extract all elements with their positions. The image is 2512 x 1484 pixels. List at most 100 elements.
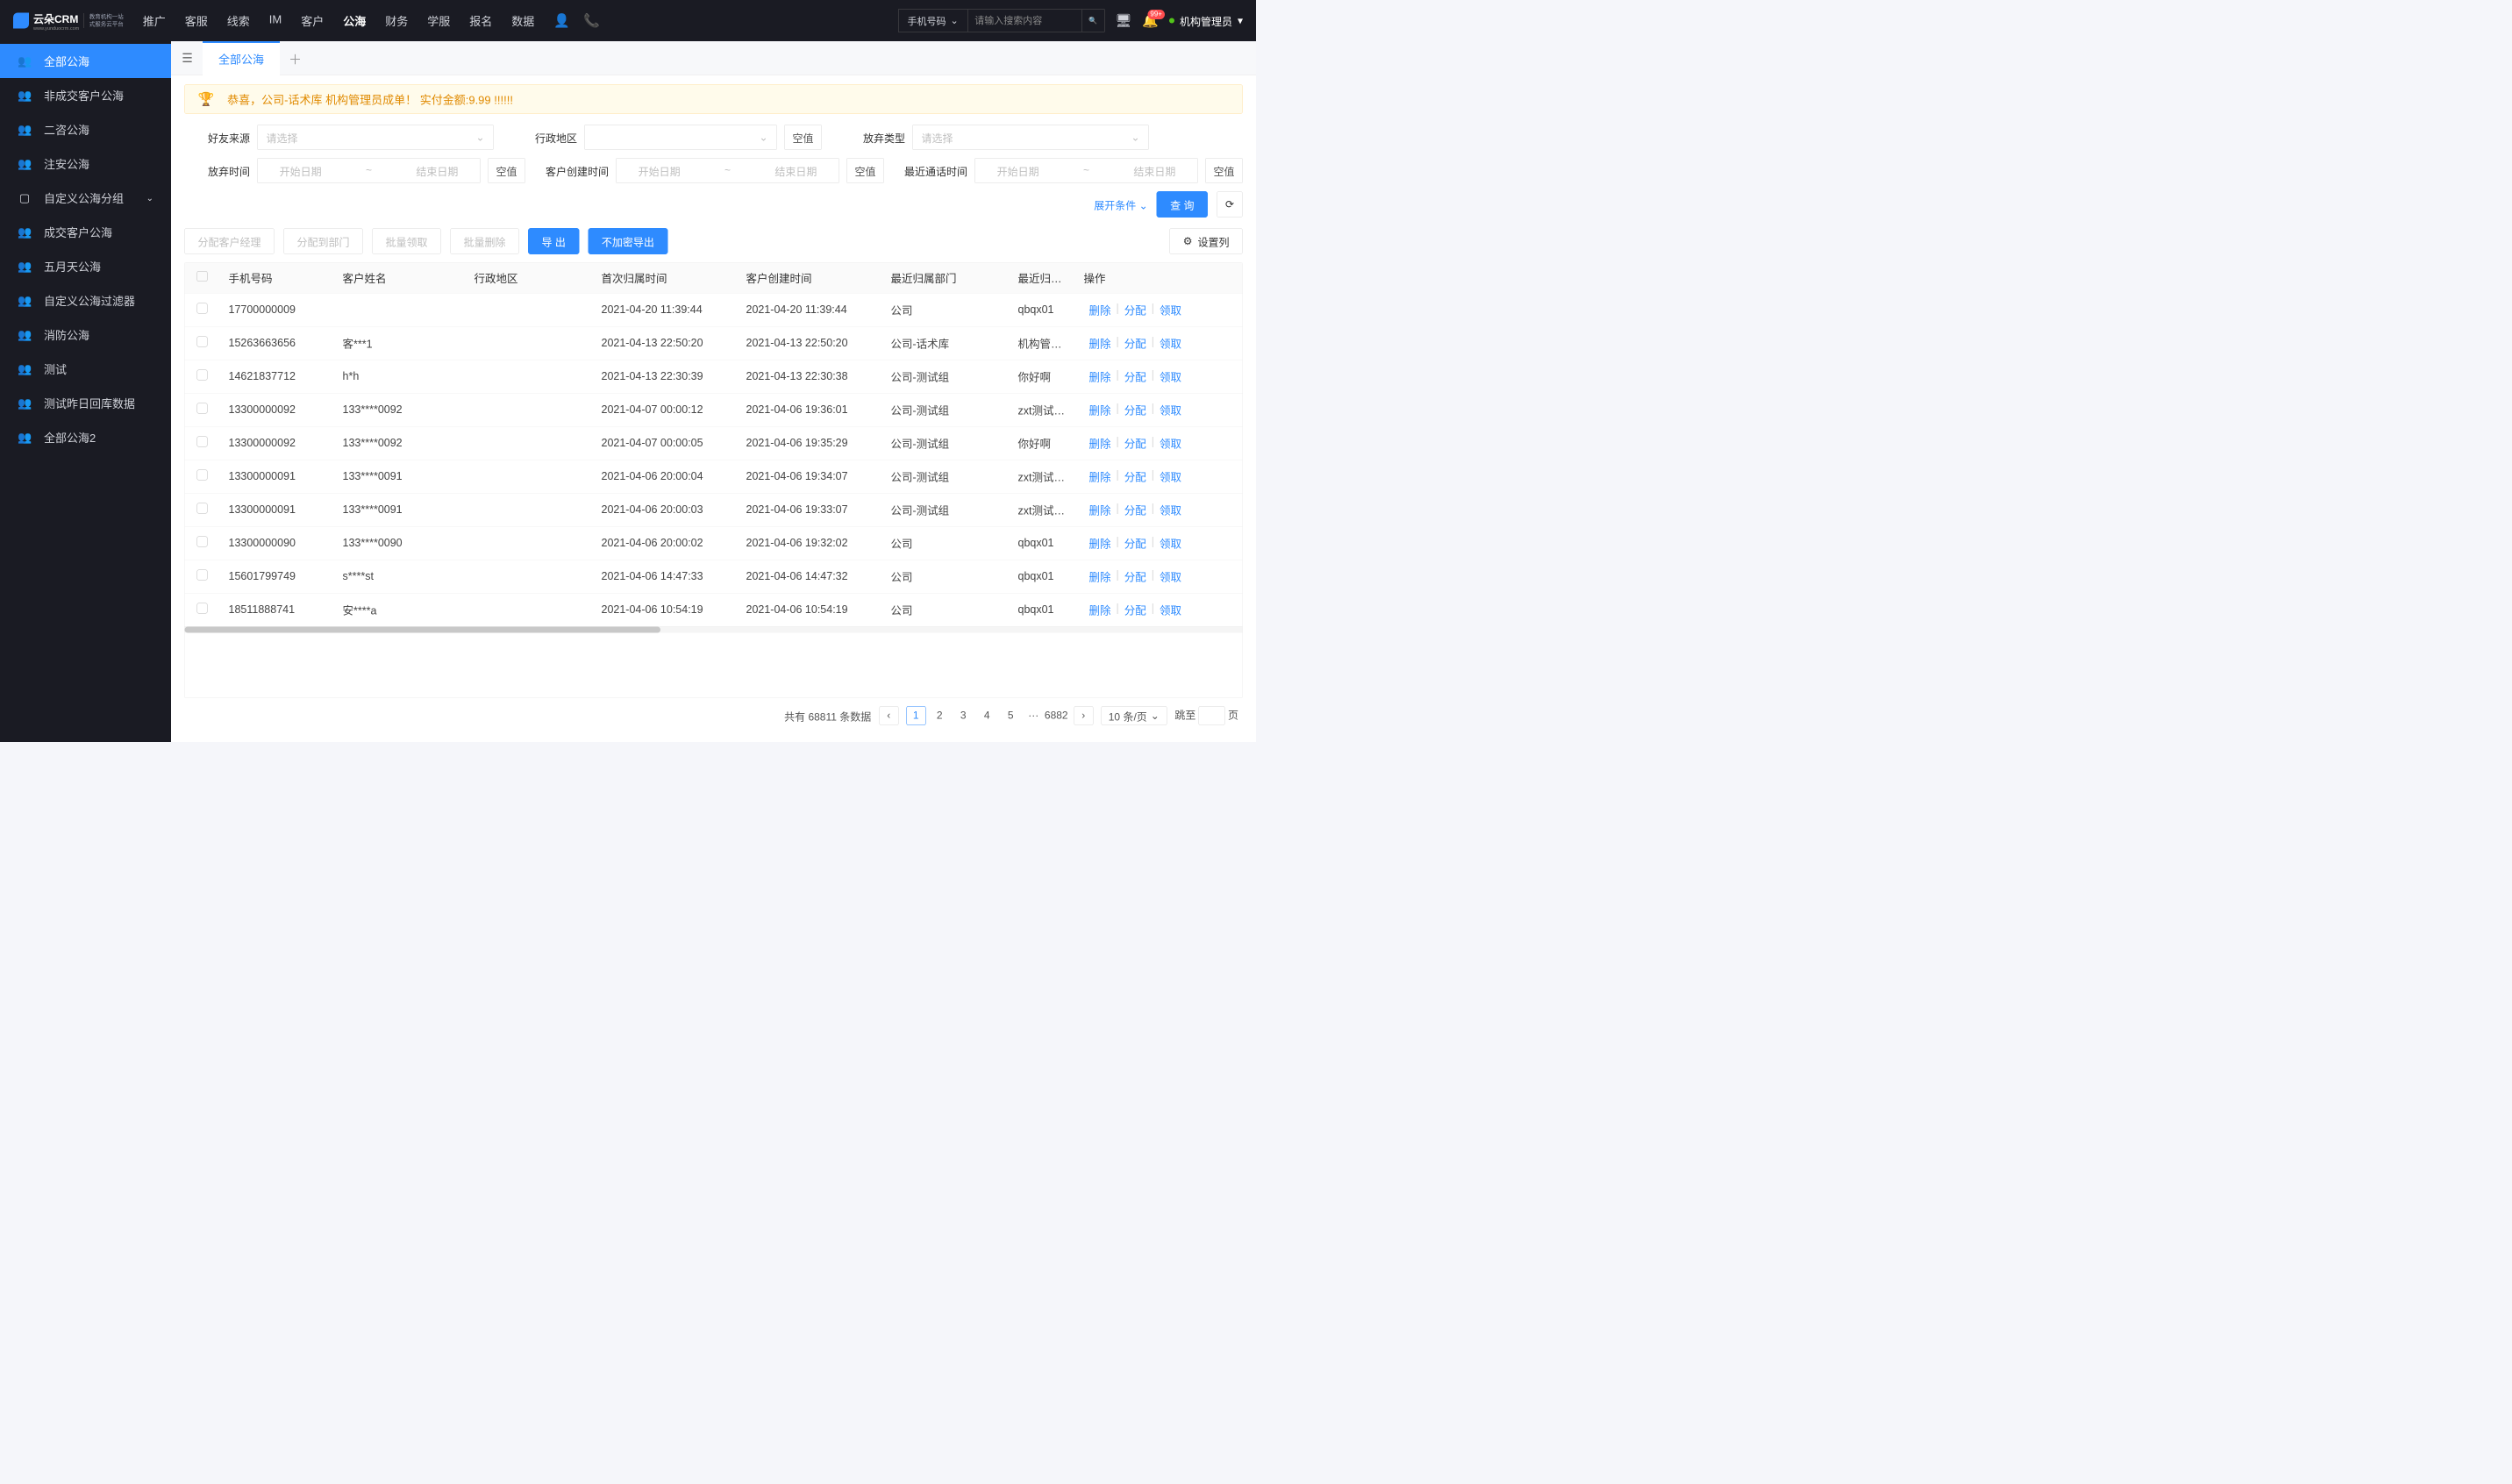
row-op-分配[interactable]: 分配 <box>1119 468 1152 484</box>
page-4[interactable]: 4 <box>977 706 996 725</box>
tabs-toggle-icon[interactable]: ☰ <box>175 46 199 70</box>
sidebar-item-5[interactable]: 👥成交客户公海 <box>0 215 171 249</box>
row-op-分配[interactable]: 分配 <box>1119 568 1152 584</box>
row-op-删除[interactable]: 删除 <box>1084 535 1117 551</box>
user-add-icon[interactable]: 👤 <box>553 13 570 29</box>
sidebar-item-7[interactable]: 👥自定义公海过滤器 <box>0 283 171 317</box>
row-op-领取[interactable]: 领取 <box>1154 602 1187 617</box>
batch-delete-button[interactable]: 批量删除 <box>450 228 519 254</box>
row-op-删除[interactable]: 删除 <box>1084 302 1117 317</box>
filter-type-select[interactable]: 请选择⌄ <box>912 125 1149 150</box>
nav-item-9[interactable]: 数据 <box>510 9 536 32</box>
sidebar-item-4[interactable]: ▢自定义公海分组⌄ <box>0 181 171 215</box>
bell-icon[interactable]: 🔔99+ <box>1142 13 1159 29</box>
sidebar-item-9[interactable]: 👥测试 <box>0 352 171 386</box>
row-op-领取[interactable]: 领取 <box>1154 502 1187 517</box>
user-menu[interactable]: 机构管理员 ▾ <box>1169 13 1243 29</box>
export-plain-button[interactable]: 不加密导出 <box>588 228 667 254</box>
row-op-领取[interactable]: 领取 <box>1154 402 1187 417</box>
nav-item-4[interactable]: 客户 <box>299 9 325 32</box>
h-scrollbar[interactable] <box>185 627 1243 633</box>
abandon-empty-button[interactable]: 空值 <box>488 158 525 183</box>
row-checkbox[interactable] <box>197 470 208 481</box>
tab-active[interactable]: 全部公海 <box>203 41 280 75</box>
sidebar-item-0[interactable]: 👥全部公海 <box>0 44 171 78</box>
monitor-icon[interactable]: 🖥 <box>1115 13 1131 29</box>
sidebar-item-2[interactable]: 👥二咨公海 <box>0 112 171 146</box>
page-2[interactable]: 2 <box>930 706 949 725</box>
nav-item-7[interactable]: 学服 <box>425 9 452 32</box>
tab-add-button[interactable]: ＋ <box>283 46 307 70</box>
pager-next[interactable]: › <box>1074 706 1093 725</box>
row-op-删除[interactable]: 删除 <box>1084 468 1117 484</box>
filter-region-select[interactable]: ⌄ <box>584 125 777 150</box>
create-empty-button[interactable]: 空值 <box>846 158 884 183</box>
row-op-删除[interactable]: 删除 <box>1084 602 1117 617</box>
row-op-分配[interactable]: 分配 <box>1119 602 1152 617</box>
row-op-领取[interactable]: 领取 <box>1154 435 1187 451</box>
row-op-删除[interactable]: 删除 <box>1084 568 1117 584</box>
assign-manager-button[interactable]: 分配客户经理 <box>184 228 275 254</box>
nav-item-1[interactable]: 客服 <box>183 9 210 32</box>
pager-prev[interactable]: ‹ <box>879 706 898 725</box>
pager-last[interactable]: 6882 <box>1046 706 1066 725</box>
filter-source-select[interactable]: 请选择⌄ <box>257 125 494 150</box>
row-op-领取[interactable]: 领取 <box>1154 468 1187 484</box>
row-op-领取[interactable]: 领取 <box>1154 568 1187 584</box>
row-checkbox[interactable] <box>197 537 208 547</box>
sidebar-item-11[interactable]: 👥全部公海2 <box>0 420 171 454</box>
row-op-分配[interactable]: 分配 <box>1119 535 1152 551</box>
row-op-领取[interactable]: 领取 <box>1154 302 1187 317</box>
scroll-thumb[interactable] <box>185 627 661 633</box>
row-op-删除[interactable]: 删除 <box>1084 502 1117 517</box>
region-empty-button[interactable]: 空值 <box>784 125 822 150</box>
nav-item-3[interactable]: IM <box>268 9 283 32</box>
batch-take-button[interactable]: 批量领取 <box>372 228 441 254</box>
column-settings-button[interactable]: ⚙设置列 <box>1169 228 1243 254</box>
sidebar-item-1[interactable]: 👥非成交客户公海 <box>0 78 171 112</box>
page-5[interactable]: 5 <box>1001 706 1020 725</box>
row-checkbox[interactable] <box>197 370 208 381</box>
row-checkbox[interactable] <box>197 603 208 614</box>
nav-item-2[interactable]: 线索 <box>225 9 252 32</box>
search-button[interactable]: 🔍 <box>1081 10 1104 32</box>
row-checkbox[interactable] <box>197 503 208 514</box>
row-op-分配[interactable]: 分配 <box>1119 302 1152 317</box>
page-3[interactable]: 3 <box>953 706 973 725</box>
sidebar-item-8[interactable]: 👥消防公海 <box>0 317 171 352</box>
row-op-删除[interactable]: 删除 <box>1084 402 1117 417</box>
search-input[interactable] <box>967 10 1081 32</box>
query-button[interactable]: 查 询 <box>1157 191 1208 218</box>
page-1[interactable]: 1 <box>906 706 925 725</box>
nav-item-6[interactable]: 财务 <box>383 9 410 32</box>
expand-filters-link[interactable]: 展开条件 ⌄ <box>1094 196 1147 212</box>
abandon-date-range[interactable]: 开始日期~结束日期 <box>257 158 481 183</box>
pager-size-select[interactable]: 10 条/页⌄ <box>1101 706 1167 725</box>
sidebar-item-6[interactable]: 👥五月天公海 <box>0 249 171 283</box>
row-op-领取[interactable]: 领取 <box>1154 535 1187 551</box>
nav-item-0[interactable]: 推广 <box>141 9 168 32</box>
create-date-range[interactable]: 开始日期~结束日期 <box>616 158 839 183</box>
row-checkbox[interactable] <box>197 303 208 314</box>
row-checkbox[interactable] <box>197 337 208 347</box>
export-button[interactable]: 导 出 <box>528 228 579 254</box>
assign-dept-button[interactable]: 分配到部门 <box>283 228 363 254</box>
pager-jump-input[interactable] <box>1199 706 1225 725</box>
row-op-分配[interactable]: 分配 <box>1119 435 1152 451</box>
row-op-分配[interactable]: 分配 <box>1119 402 1152 417</box>
row-op-删除[interactable]: 删除 <box>1084 368 1117 384</box>
row-checkbox[interactable] <box>197 437 208 447</box>
nav-item-5[interactable]: 公海 <box>341 9 368 32</box>
row-op-领取[interactable]: 领取 <box>1154 368 1187 384</box>
call-empty-button[interactable]: 空值 <box>1205 158 1243 183</box>
search-type-select[interactable]: 手机号码 ⌄ <box>898 10 967 32</box>
row-checkbox[interactable] <box>197 570 208 581</box>
row-op-领取[interactable]: 领取 <box>1154 335 1187 351</box>
refresh-button[interactable]: ⟳ <box>1217 191 1243 218</box>
row-op-分配[interactable]: 分配 <box>1119 335 1152 351</box>
row-op-分配[interactable]: 分配 <box>1119 368 1152 384</box>
nav-item-8[interactable]: 报名 <box>467 9 494 32</box>
phone-icon[interactable]: 📞 <box>583 13 600 29</box>
row-checkbox[interactable] <box>197 403 208 414</box>
row-op-分配[interactable]: 分配 <box>1119 502 1152 517</box>
